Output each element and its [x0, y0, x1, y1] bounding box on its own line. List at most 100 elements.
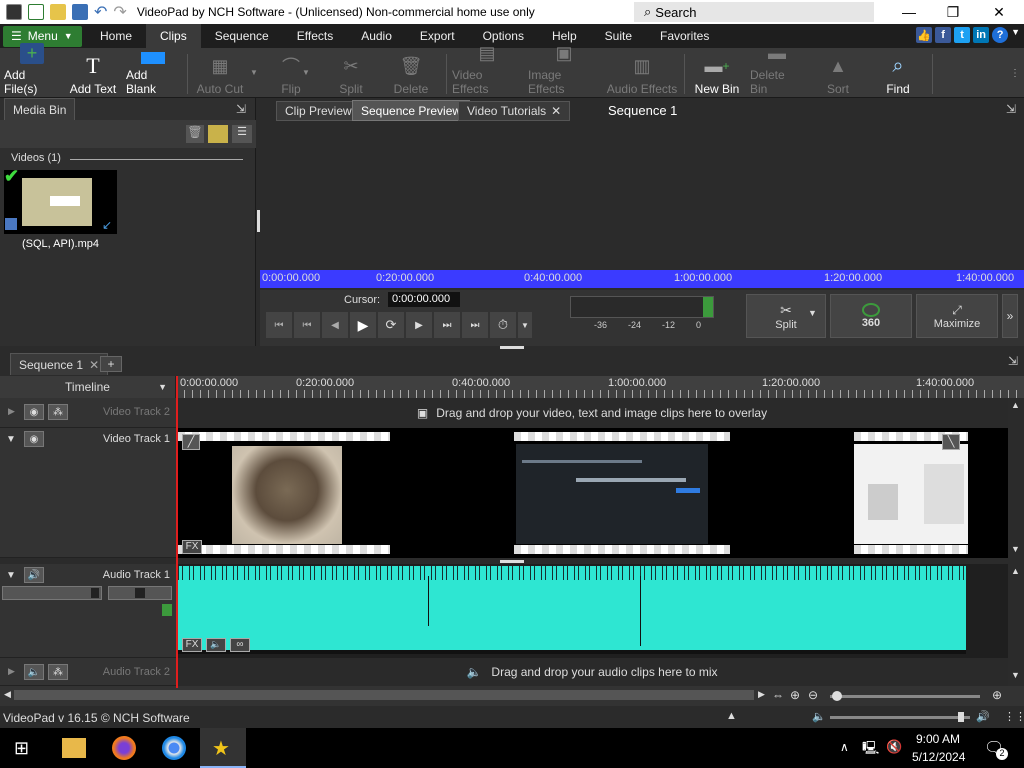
- scroll-down-icon[interactable]: ▼: [1011, 670, 1020, 680]
- scroll-right-icon[interactable]: ▶: [758, 689, 765, 700]
- open-folder-icon[interactable]: [50, 4, 66, 20]
- volume-muted-icon[interactable]: 🔇: [886, 739, 902, 755]
- volume-high-icon[interactable]: 🔊: [976, 710, 990, 723]
- split-button[interactable]: ✂ Split: [328, 52, 374, 97]
- preview-video-area[interactable]: [260, 124, 1024, 270]
- chevron-down-icon[interactable]: ▼: [518, 312, 532, 338]
- more-controls-button[interactable]: »: [1002, 294, 1018, 338]
- link-icon[interactable]: ∞: [230, 638, 250, 652]
- undock-icon[interactable]: ⇲: [1008, 354, 1018, 368]
- chrome-icon[interactable]: [162, 736, 186, 760]
- add-blank-button[interactable]: Add Blank: [126, 52, 180, 96]
- minimize-button[interactable]: —: [886, 0, 932, 24]
- playhead[interactable]: [176, 376, 178, 688]
- close-icon[interactable]: ✕: [89, 358, 99, 372]
- search-box[interactable]: ⌕ Search: [634, 2, 874, 22]
- new-folder-icon[interactable]: [208, 125, 228, 143]
- tab-suite[interactable]: Suite: [591, 24, 646, 48]
- audio-fx-button[interactable]: FX: [182, 638, 202, 652]
- firefox-icon[interactable]: [112, 736, 136, 760]
- redo-icon[interactable]: ↷: [113, 2, 126, 22]
- audio-track-2-lane[interactable]: 🔈 Drag and drop your audio clips here to…: [176, 658, 1008, 686]
- audio-track-1-lane[interactable]: FX 🔈 ∞: [176, 564, 1008, 658]
- tab-favorites[interactable]: Favorites: [646, 24, 723, 48]
- go-start-icon[interactable]: ⏮: [266, 312, 292, 338]
- new-bin-button[interactable]: ▬ + New Bin: [694, 52, 740, 97]
- panel-splitter[interactable]: [500, 346, 524, 349]
- audio-waveform-clip[interactable]: FX 🔈 ∞: [178, 566, 966, 654]
- track-group-icon[interactable]: ⁂: [48, 404, 68, 420]
- network-icon[interactable]: 🖳: [862, 739, 879, 761]
- video-effects-button[interactable]: ▤ Video Effects: [452, 43, 522, 96]
- zoom-in-icon[interactable]: ⊕: [992, 688, 1002, 702]
- list-view-icon[interactable]: ☰: [232, 125, 252, 143]
- scroll-left-icon[interactable]: ◀: [4, 689, 11, 700]
- add-sequence-button[interactable]: +: [100, 356, 122, 372]
- media-clip-thumbnail[interactable]: ✔ ↙: [4, 166, 117, 234]
- loop-icon[interactable]: ⟳: [378, 312, 404, 338]
- clock-date[interactable]: 5/12/2024: [912, 750, 965, 764]
- save-icon[interactable]: [72, 4, 88, 20]
- next-frame-icon[interactable]: ▶: [406, 312, 432, 338]
- volume-slider[interactable]: [2, 586, 102, 600]
- tab-audio[interactable]: Audio: [347, 24, 406, 48]
- image-effects-button[interactable]: ▣ Image Effects: [528, 43, 600, 96]
- preview-timeline-ruler[interactable]: 0:00:00.000 0:20:00.000 0:40:00.000 1:00…: [260, 270, 1024, 288]
- facebook-icon[interactable]: f: [935, 27, 952, 43]
- tab-effects[interactable]: Effects: [283, 24, 347, 48]
- file-explorer-icon[interactable]: [62, 738, 86, 758]
- tab-video-tutorials[interactable]: Video Tutorials ✕: [458, 101, 571, 121]
- pan-slider[interactable]: [108, 586, 172, 600]
- video-scrollbar[interactable]: ▲ ▼: [1008, 398, 1024, 558]
- triangle-up-icon[interactable]: ▲: [726, 710, 737, 722]
- speaker-icon[interactable]: 🔈: [206, 638, 226, 652]
- fade-in-icon[interactable]: ╱: [182, 434, 200, 450]
- video-fx-button[interactable]: FX: [182, 540, 202, 554]
- maximize-window-button[interactable]: ❐: [930, 0, 976, 24]
- audio-scrollbar[interactable]: ▲ ▼: [1008, 564, 1024, 686]
- master-volume-slider[interactable]: [830, 712, 970, 722]
- close-icon[interactable]: ✕: [551, 104, 561, 118]
- tab-clips[interactable]: Clips: [146, 24, 201, 48]
- tab-clip-preview[interactable]: Clip Preview: [276, 101, 361, 121]
- expand-track-icon[interactable]: ▶: [8, 666, 15, 677]
- add-files-button[interactable]: + Add File(s): [4, 43, 60, 96]
- trash-icon[interactable]: 🗑: [186, 125, 204, 143]
- linkedin-icon[interactable]: in: [973, 27, 990, 43]
- timeline-dropdown[interactable]: Timeline ▼: [0, 376, 176, 398]
- play-icon[interactable]: ▶: [350, 312, 376, 338]
- horizontal-scrollbar[interactable]: [14, 690, 754, 700]
- scroll-up-icon[interactable]: ▲: [1011, 400, 1020, 410]
- find-button[interactable]: ⌕ Find: [880, 52, 916, 97]
- maximize-preview-button[interactable]: ⤢ Maximize: [916, 294, 998, 338]
- like-icon[interactable]: 👍: [916, 27, 933, 43]
- zoom-out-icon[interactable]: ⊖: [808, 688, 818, 702]
- zoom-reset-icon[interactable]: ⊕: [790, 688, 800, 702]
- clock-time[interactable]: 9:00 AM: [916, 732, 960, 746]
- scroll-up-icon[interactable]: ▲: [1011, 566, 1020, 576]
- volume-low-icon[interactable]: 🔈: [812, 710, 826, 723]
- prev-frame-icon[interactable]: ◀: [322, 312, 348, 338]
- tab-sequence-1[interactable]: Sequence 1 ✕: [10, 353, 109, 375]
- chevron-down-icon[interactable]: ▼: [808, 308, 817, 318]
- delete-button[interactable]: 🗑 Delete: [386, 52, 436, 97]
- auto-cut-button[interactable]: ▦ Auto Cut: [194, 52, 246, 97]
- windows-start-icon[interactable]: ⊞: [14, 738, 29, 759]
- undo-icon[interactable]: ↶: [94, 2, 107, 22]
- fit-timeline-icon[interactable]: ⇔: [772, 688, 784, 702]
- ribbon-overflow-icon[interactable]: ⋮: [1010, 68, 1020, 79]
- collapse-track-icon[interactable]: ▼: [6, 570, 16, 581]
- vr-360-button[interactable]: 360: [830, 294, 912, 338]
- zoom-slider[interactable]: [830, 691, 980, 701]
- close-window-button[interactable]: ✕: [976, 0, 1022, 24]
- video-track-1-lane[interactable]: ╱ ╲ FX: [176, 428, 1008, 558]
- eye-icon[interactable]: ◉: [24, 431, 44, 447]
- sort-button[interactable]: ▲ Sort: [820, 52, 856, 97]
- tab-export[interactable]: Export: [406, 24, 469, 48]
- tab-sequence[interactable]: Sequence: [201, 24, 283, 48]
- new-icon[interactable]: [28, 4, 44, 20]
- audio-effects-button[interactable]: ▥ Audio Effects: [606, 52, 678, 97]
- next-clip-icon[interactable]: ⏭: [434, 312, 460, 338]
- videopad-taskbar-button[interactable]: ★: [200, 728, 246, 768]
- undock-icon[interactable]: ⇲: [1006, 102, 1016, 116]
